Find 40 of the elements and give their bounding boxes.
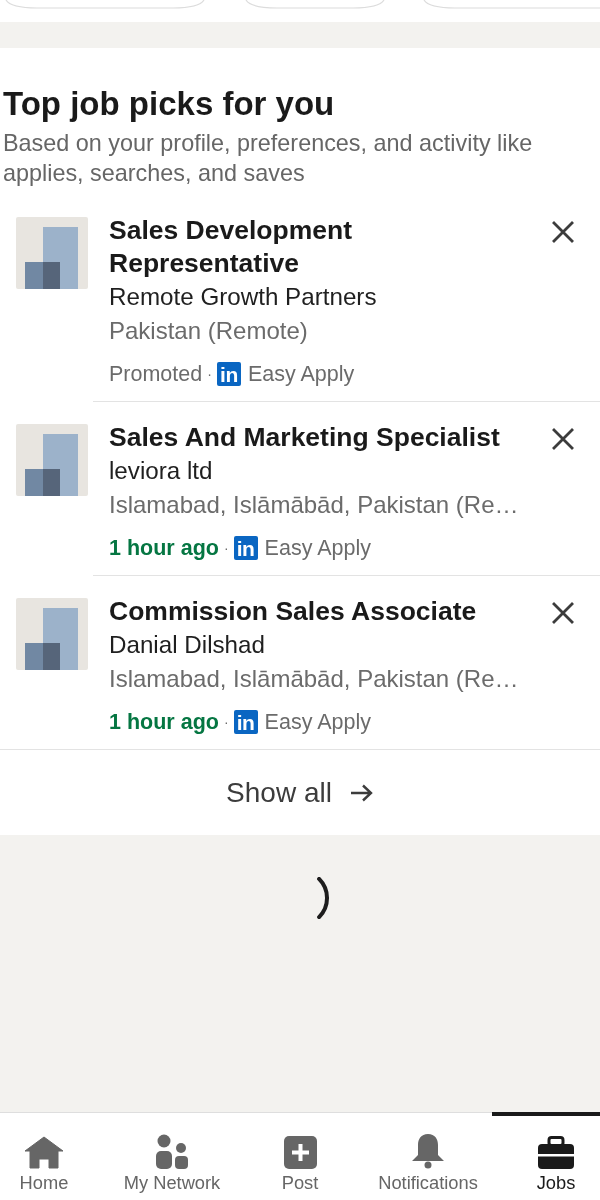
section-subtitle: Based on your profile, preferences, and activity like applies, searches, and saves [2, 129, 534, 188]
separator-dot: · [223, 540, 229, 556]
job-location: Islamabad, Islāmābād, Pakistan (Re… [109, 664, 520, 694]
company-name: leviora ltd [109, 456, 214, 486]
close-icon[interactable] [552, 221, 574, 243]
nav-tab[interactable]: Home [0, 1112, 108, 1200]
briefcase-icon [537, 1136, 575, 1169]
company-name: Remote Growth Partners [109, 282, 378, 312]
nav-tab[interactable]: My Network [108, 1112, 236, 1200]
job-title[interactable]: Sales And Marketing Specialist [109, 421, 529, 454]
home-icon [24, 1136, 64, 1169]
nav-tab[interactable]: Notifications [364, 1112, 492, 1200]
job-status: Promoted [109, 361, 203, 387]
job-location: Islamabad, Islāmābād, Pakistan (Re… [109, 490, 520, 520]
logo-badge: in [216, 362, 241, 386]
logo-badge: in [233, 710, 258, 734]
nav-tab[interactable]: Post [236, 1112, 364, 1200]
company-logo-icon [16, 598, 88, 670]
job-location: Pakistan (Remote) [109, 316, 309, 346]
company-logo-icon [16, 424, 88, 496]
easy-apply-label: Easy Apply [247, 361, 355, 387]
add-post-icon [283, 1136, 317, 1169]
easy-apply-label: Easy Apply [264, 709, 371, 735]
job-title[interactable]: Sales Development Representative [109, 214, 529, 280]
company-name: Danial Dilshad [109, 630, 266, 660]
section-title: Top job picks for you [2, 86, 336, 122]
nav-tab[interactable]: Jobs [492, 1112, 600, 1200]
close-icon[interactable] [552, 428, 574, 450]
job-status: 1 hour ago [109, 709, 219, 735]
separator-dot: · [207, 366, 212, 382]
close-icon[interactable] [552, 602, 574, 624]
job-title[interactable]: Commission Sales Associate [109, 595, 529, 628]
job-status: 1 hour ago [109, 535, 219, 561]
bell-icon [410, 1133, 446, 1169]
company-logo-icon [16, 217, 88, 289]
people-icon [155, 1134, 189, 1169]
arrow-right-icon [349, 783, 374, 802]
easy-apply-label: Easy Apply [264, 535, 371, 561]
separator-dot: · [223, 714, 229, 730]
logo-badge: in [233, 536, 258, 560]
